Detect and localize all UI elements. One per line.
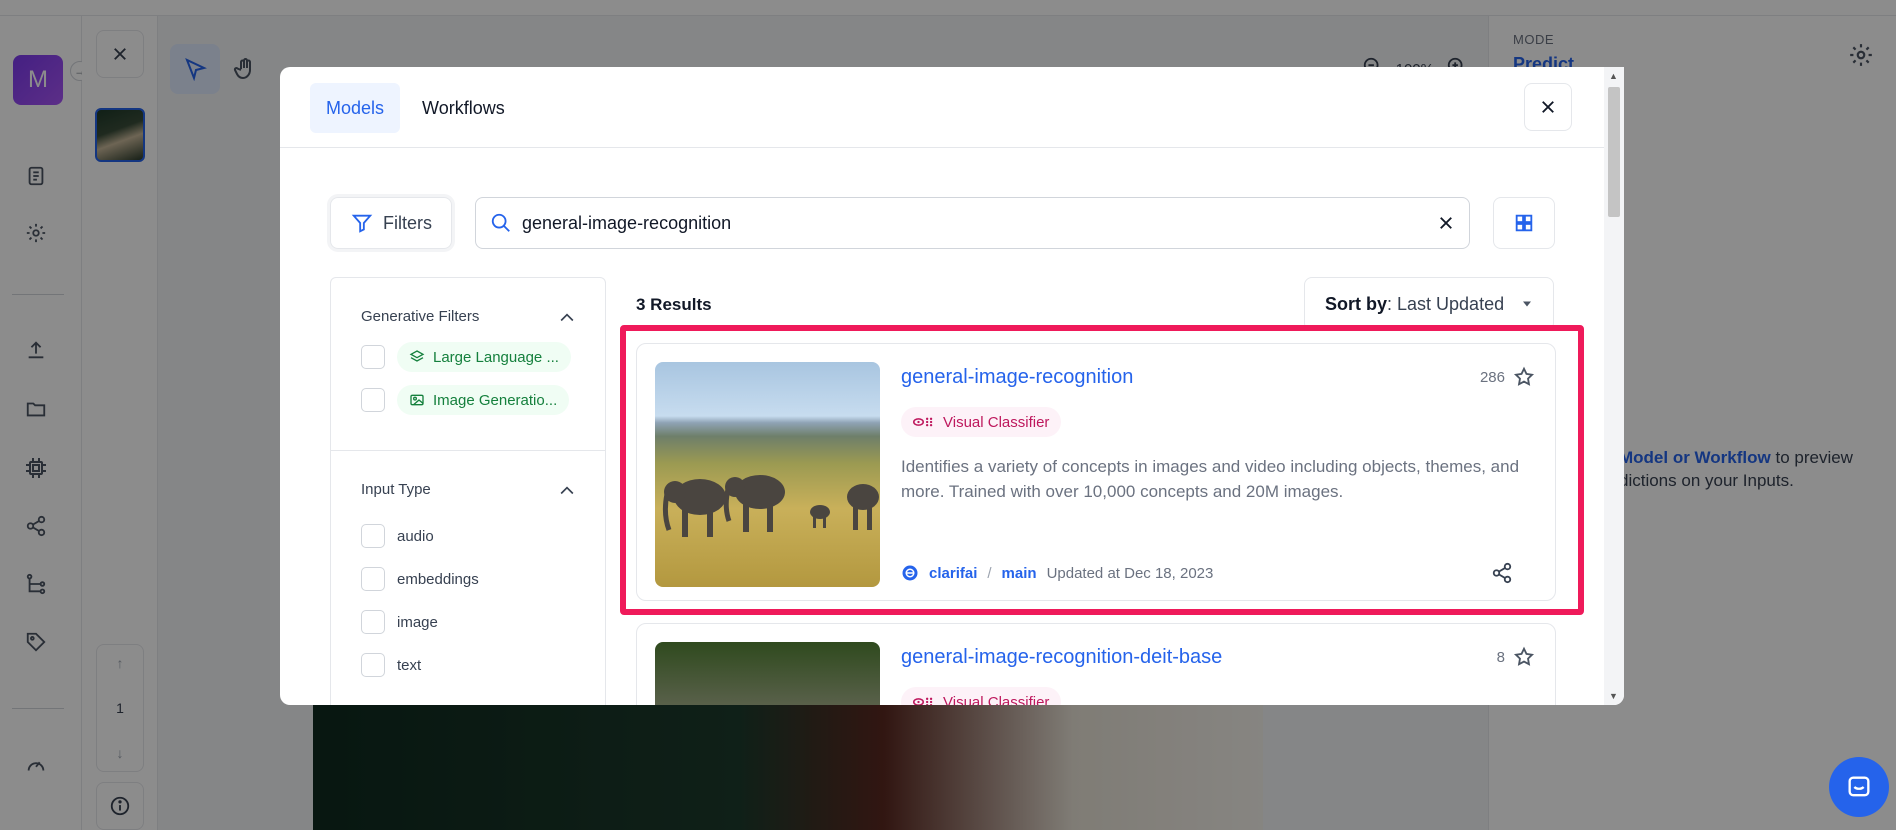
scroll-down-icon[interactable]: ▼	[1609, 691, 1618, 701]
input-type-row[interactable]: image	[361, 610, 438, 634]
results-count: 3 Results	[636, 295, 712, 314]
generative-filter-row[interactable]: Image Generatio...	[361, 385, 570, 415]
input-type-label: audio	[397, 527, 434, 545]
tab-models[interactable]: Models	[310, 83, 401, 133]
input-type-row[interactable]: embeddings	[361, 567, 479, 591]
llm-filter-pill: Large Language ...	[397, 342, 571, 372]
sort-label: Sort by	[1325, 293, 1388, 314]
filters-sidebar: Generative Filters Large Language ... Im…	[330, 277, 606, 705]
tab-workflows[interactable]: Workflows	[406, 83, 521, 133]
model-title-link[interactable]: general-image-recognition-deit-base	[901, 646, 1222, 669]
checkbox[interactable]	[361, 653, 385, 677]
search-icon	[491, 213, 510, 232]
scroll-up-icon[interactable]: ▲	[1609, 71, 1618, 81]
filter-icon	[351, 214, 373, 233]
star-count: 8	[1497, 646, 1535, 668]
star-icon[interactable]	[1513, 646, 1535, 668]
input-type-row[interactable]: text	[361, 653, 421, 677]
selected-card-highlight	[620, 325, 1584, 615]
search-field[interactable]	[475, 197, 1470, 249]
modal-tabs: Models Workflows	[310, 83, 521, 133]
sort-dropdown[interactable]: Sort by: Last Updated	[1304, 277, 1554, 331]
filter-label: Image Generatio...	[433, 391, 558, 409]
sort-text: Sort by: Last Updated	[1325, 294, 1504, 315]
caret-down-icon	[1523, 301, 1531, 307]
modal-divider	[280, 147, 1604, 148]
input-type-header[interactable]: Input Type	[361, 481, 577, 501]
generative-filters-title: Generative Filters	[361, 308, 480, 325]
checkbox[interactable]	[361, 567, 385, 591]
checkbox[interactable]	[361, 524, 385, 548]
search-input[interactable]	[522, 212, 1427, 234]
checkbox[interactable]	[361, 345, 385, 369]
grid-icon	[1515, 214, 1533, 232]
layers-icon	[409, 350, 425, 362]
close-icon	[1542, 101, 1554, 113]
input-type-label: text	[397, 656, 422, 674]
chevron-up-icon	[560, 313, 574, 322]
image-gen-filter-pill: Image Generatio...	[397, 385, 570, 415]
image-icon	[410, 394, 424, 406]
visual-classifier-icon	[913, 697, 933, 705]
model-type-badge: Visual Classifier	[901, 687, 1062, 706]
generative-filter-row[interactable]: Large Language ...	[361, 342, 571, 372]
input-type-row[interactable]: audio	[361, 524, 434, 548]
scrollbar-thumb[interactable]	[1608, 87, 1620, 217]
checkbox[interactable]	[361, 610, 385, 634]
modal-scrollbar[interactable]: ▲ ▼	[1604, 67, 1624, 705]
model-select-modal: Models Workflows Filters Generative Filt…	[280, 67, 1624, 705]
chat-icon[interactable]	[1829, 757, 1889, 817]
filters-label: Filters	[383, 212, 432, 233]
checkbox[interactable]	[361, 388, 385, 412]
sidebar-divider	[331, 450, 605, 451]
model-type-label: Visual Classifier	[943, 693, 1050, 706]
input-type-title: Input Type	[361, 481, 431, 498]
generative-filters-header[interactable]: Generative Filters	[361, 308, 577, 328]
model-thumbnail	[655, 642, 880, 705]
filter-label: Large Language ...	[433, 348, 559, 366]
model-card[interactable]: general-image-recognition-deit-base 8 Vi…	[636, 623, 1556, 705]
clear-search-icon[interactable]	[1437, 214, 1455, 232]
modal-close-button[interactable]	[1524, 83, 1572, 131]
star-count-value: 8	[1496, 648, 1505, 666]
sort-value: : Last Updated	[1387, 293, 1505, 314]
grid-view-toggle[interactable]	[1493, 197, 1555, 249]
chevron-up-icon	[560, 486, 574, 495]
filters-button[interactable]: Filters	[330, 197, 452, 249]
input-type-label: image	[397, 613, 438, 631]
input-type-label: embeddings	[397, 570, 479, 588]
